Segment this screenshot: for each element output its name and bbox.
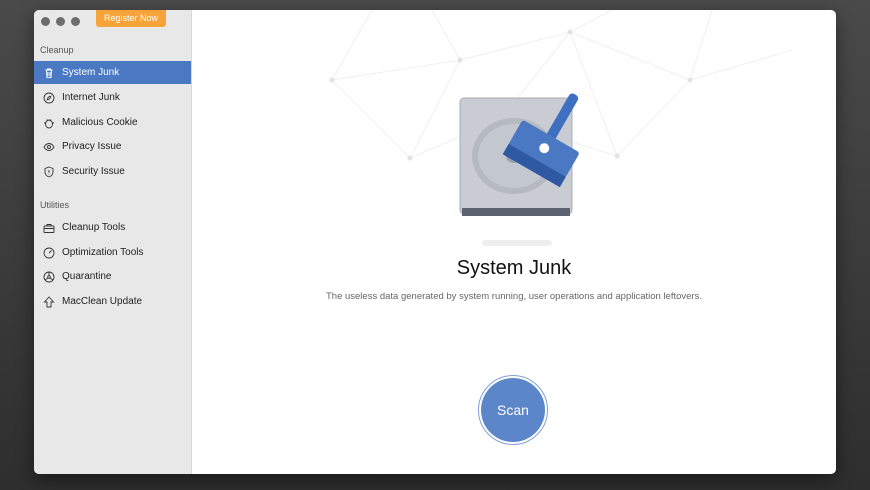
sidebar-item-system-junk[interactable]: System Junk — [34, 61, 191, 84]
sidebar-item-malicious-cookie[interactable]: Malicious Cookie — [34, 111, 191, 134]
window-controls — [41, 17, 80, 26]
page-title: System Junk — [456, 257, 572, 279]
sidebar-item-label: MacClean Update — [62, 296, 143, 307]
page-description: The useless data generated by system run… — [325, 291, 702, 302]
cookie-bug-icon — [42, 116, 56, 130]
scan-button[interactable]: Scan — [481, 378, 545, 442]
sidebar-item-label: System Junk — [62, 67, 120, 78]
sidebar-item-label: Privacy Issue — [62, 141, 122, 152]
sidebar-item-optimization-tools[interactable]: Optimization Tools — [34, 241, 191, 264]
sidebar: Register Now Cleanup System Junk Interne… — [34, 10, 192, 474]
scan-button-ring: Scan — [478, 375, 548, 445]
sidebar-item-macclean-update[interactable]: MacClean Update — [34, 290, 191, 313]
toolbox-icon — [42, 221, 56, 235]
close-window-button[interactable] — [41, 17, 50, 26]
section-title-cleanup: Cleanup — [40, 45, 74, 55]
sidebar-item-internet-junk[interactable]: Internet Junk — [34, 86, 191, 109]
sidebar-item-label: Cleanup Tools — [62, 222, 126, 233]
sidebar-item-label: Internet Junk — [62, 92, 120, 103]
hard-drive-broom-illustration — [459, 93, 579, 246]
compass-icon — [42, 91, 56, 105]
sidebar-item-cleanup-tools[interactable]: Cleanup Tools — [34, 216, 191, 239]
zoom-window-button[interactable] — [71, 17, 80, 26]
main-panel: System Junk The useless data generated b… — [192, 10, 836, 474]
section-title-utilities: Utilities — [40, 200, 70, 210]
arrow-up-icon — [42, 295, 56, 309]
sidebar-item-security-issue[interactable]: Security Issue — [34, 160, 191, 183]
register-now-button[interactable]: Register Now — [96, 10, 166, 27]
gauge-icon — [42, 246, 56, 260]
eye-icon — [42, 140, 56, 154]
sidebar-item-label: Security Issue — [62, 166, 125, 177]
app-window: Register Now Cleanup System Junk Interne… — [34, 10, 836, 474]
sidebar-item-label: Quarantine — [62, 271, 112, 282]
shield-icon — [42, 165, 56, 179]
minimize-window-button[interactable] — [56, 17, 65, 26]
sidebar-item-label: Optimization Tools — [62, 247, 144, 258]
sidebar-item-privacy-issue[interactable]: Privacy Issue — [34, 135, 191, 158]
sidebar-item-label: Malicious Cookie — [62, 117, 138, 128]
trash-icon — [42, 66, 56, 80]
sidebar-item-quarantine[interactable]: Quarantine — [34, 265, 191, 288]
biohazard-icon — [42, 270, 56, 284]
